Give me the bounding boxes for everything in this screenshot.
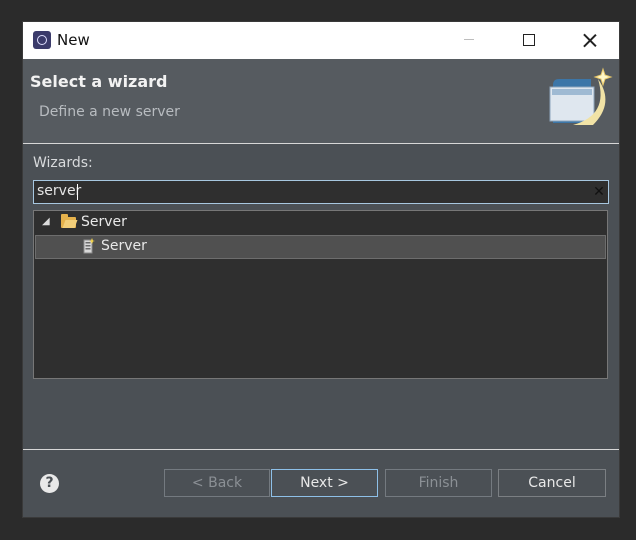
back-button[interactable]: < Back — [164, 469, 270, 497]
text-caret — [77, 184, 78, 200]
wizard-description: Define a new server — [39, 104, 180, 120]
header-separator — [23, 143, 619, 144]
filter-text: server — [37, 183, 82, 199]
tree-item-label: Server — [81, 214, 127, 230]
wizard-header: Select a wizard Define a new server — [23, 59, 619, 143]
tree-item-server-wizard[interactable]: Server — [35, 235, 606, 259]
server-wizard-icon — [83, 238, 95, 254]
title-bar[interactable]: New — [23, 22, 619, 59]
help-icon[interactable]: ? — [40, 474, 59, 493]
maximize-icon — [523, 34, 535, 46]
eclipse-app-icon — [33, 31, 51, 49]
wizards-label: Wizards: — [33, 155, 93, 171]
minimize-button[interactable] — [439, 22, 497, 59]
collapse-triangle-icon[interactable]: ◢ — [42, 216, 50, 227]
new-wizard-dialog: New Select a wizard Define a new server … — [23, 22, 619, 517]
wizard-filter-input[interactable]: server ✕ — [33, 180, 609, 204]
tree-item-server-category[interactable]: ◢ Server — [34, 212, 607, 234]
new-wizard-banner-icon — [549, 67, 613, 125]
close-icon — [583, 33, 597, 47]
tree-item-label: Server — [101, 238, 147, 254]
minimize-icon — [464, 39, 474, 40]
footer-separator — [23, 449, 619, 450]
window-title: New — [57, 31, 90, 49]
cancel-button[interactable]: Cancel — [498, 469, 606, 497]
wizard-title: Select a wizard — [30, 72, 168, 91]
folder-open-icon — [61, 214, 76, 228]
next-button[interactable]: Next > — [271, 469, 378, 497]
close-button[interactable] — [559, 22, 617, 59]
finish-button[interactable]: Finish — [385, 469, 492, 497]
clear-filter-icon[interactable]: ✕ — [592, 181, 606, 203]
wizard-tree[interactable]: ◢ Server Server — [33, 210, 608, 379]
maximize-button[interactable] — [500, 22, 558, 59]
